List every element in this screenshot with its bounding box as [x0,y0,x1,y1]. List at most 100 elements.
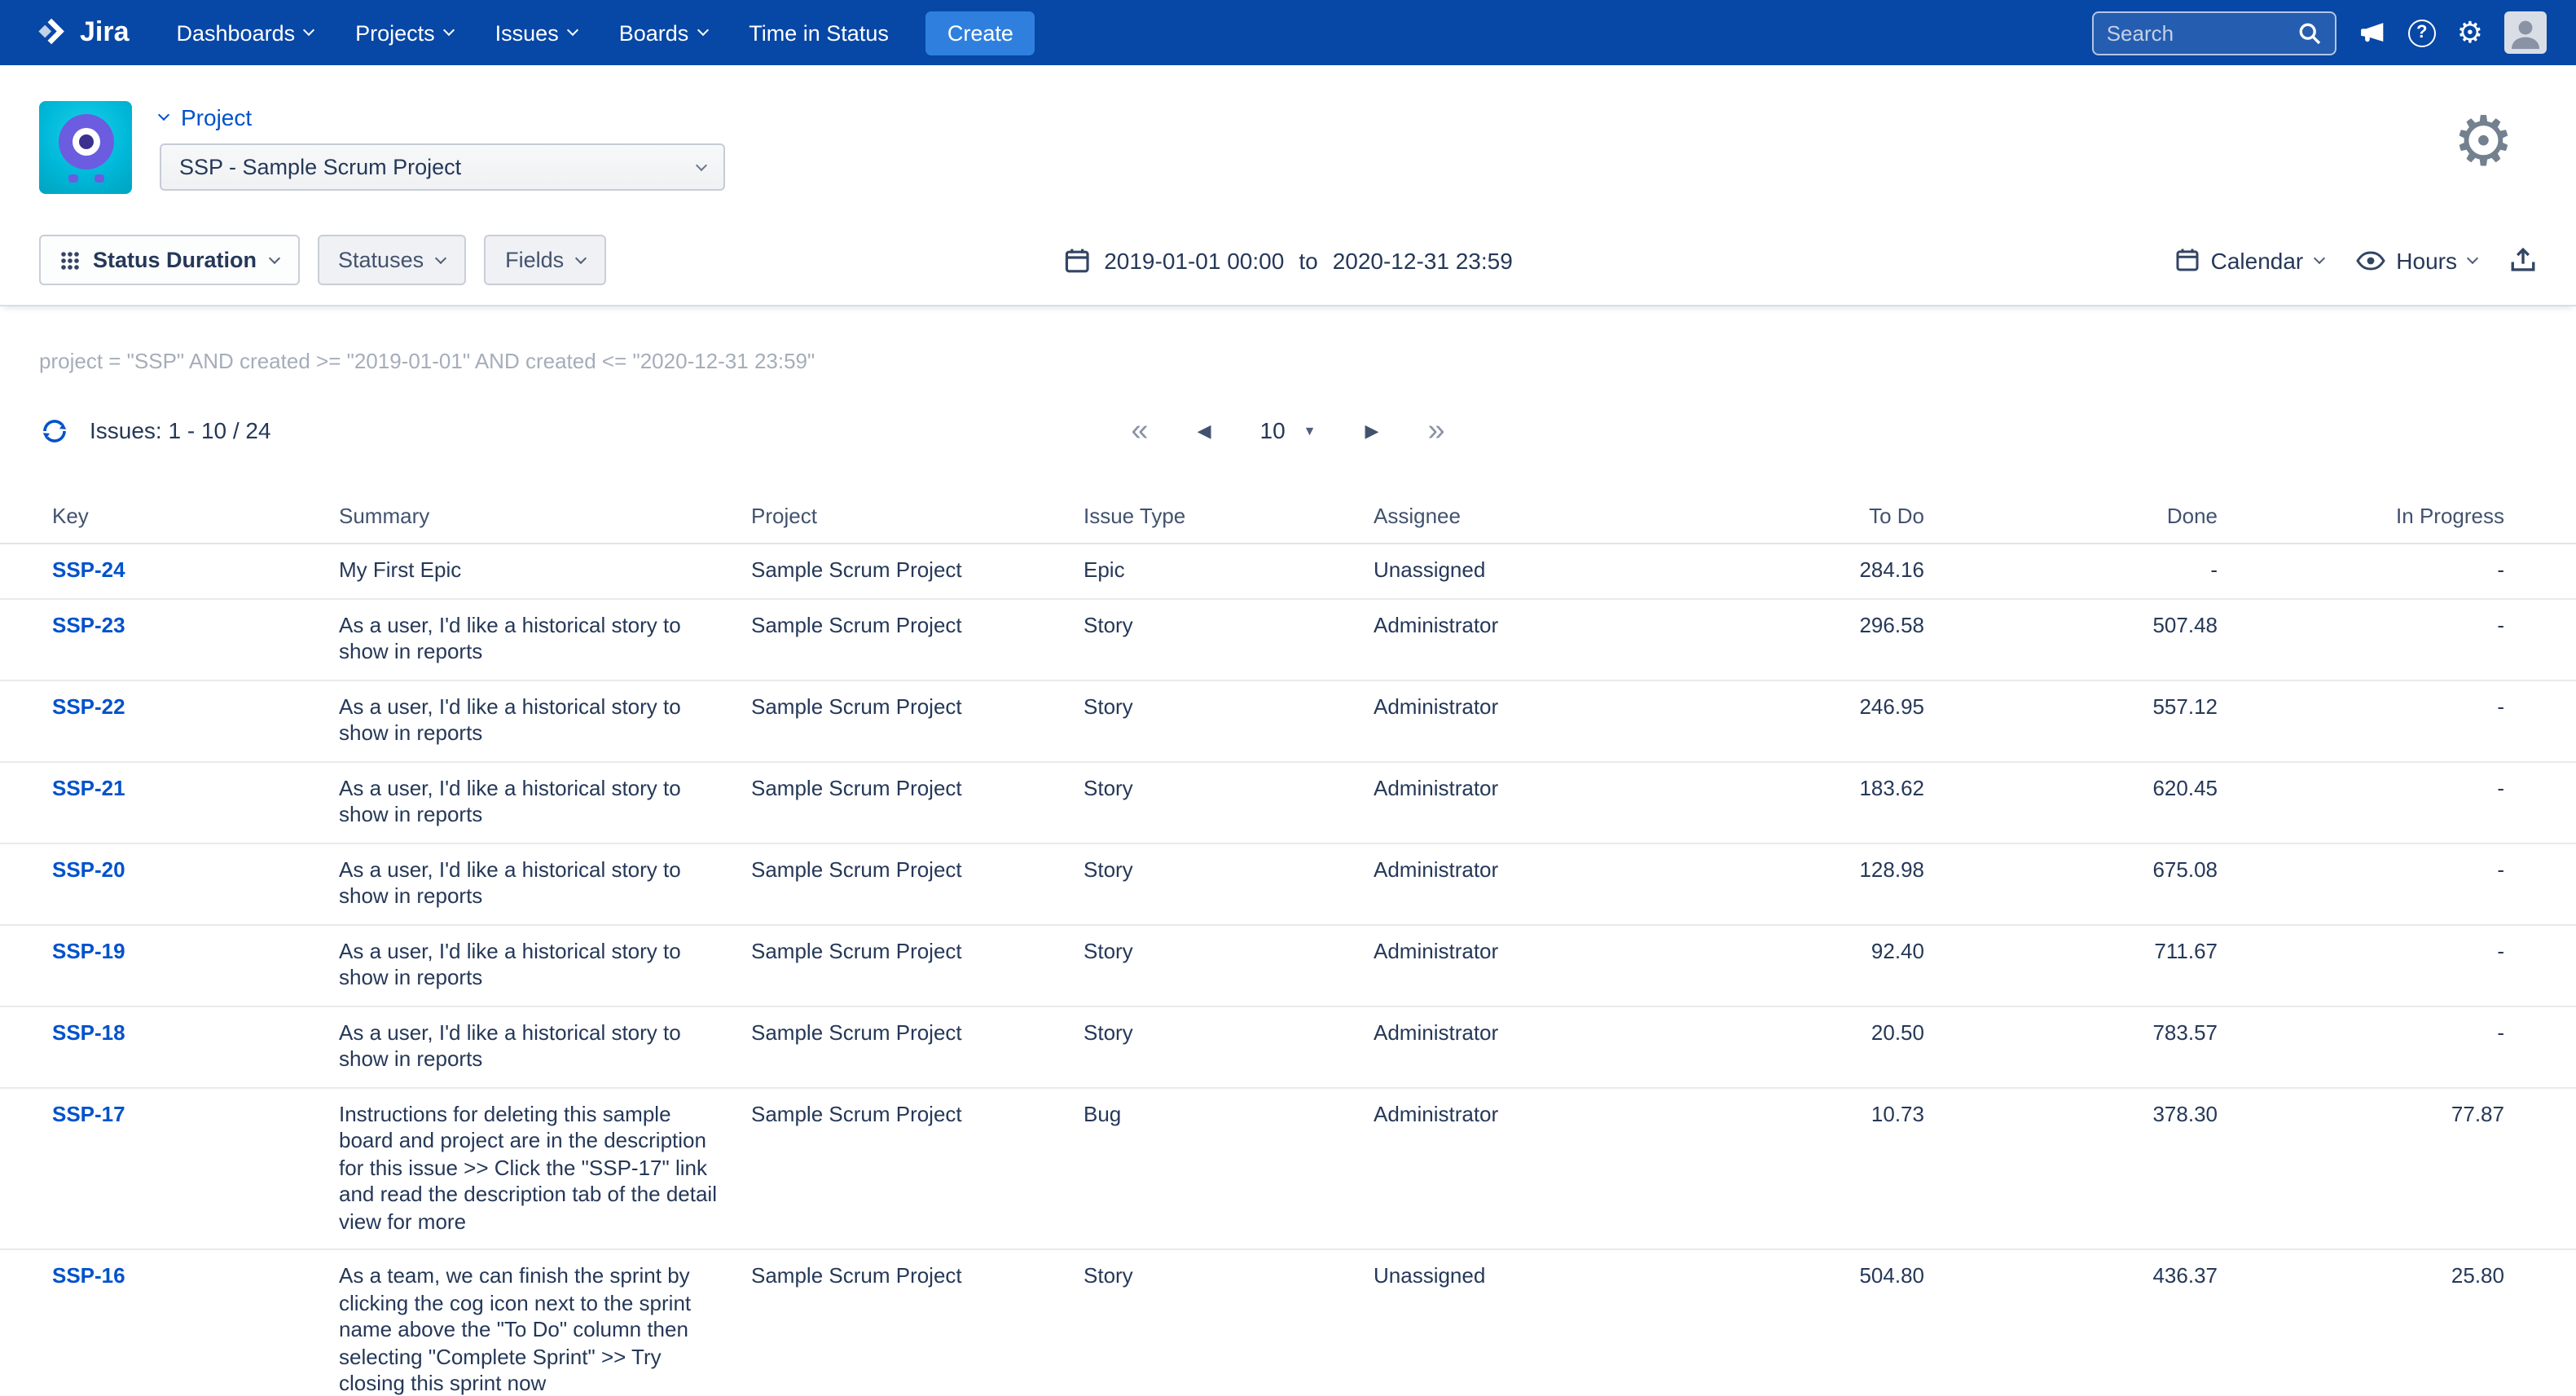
statuses-button[interactable]: Statuses [317,235,466,285]
create-button[interactable]: Create [926,11,1035,55]
help-icon[interactable]: ? [2408,19,2436,46]
project-header: Project SSP - Sample Scrum Project ⚙ [0,65,2576,220]
navbar-search[interactable] [2092,11,2336,55]
issue-project: Sample Scrum Project [751,544,1084,597]
nav-item-issues[interactable]: Issues [474,0,598,65]
issue-inprogress-duration: - [2218,762,2537,842]
table-row: SSP-19 As a user, I'd like a historical … [0,925,2576,1006]
user-avatar[interactable] [2504,11,2547,54]
navbar-right: ? ⚙ [2092,11,2547,55]
issue-key-link[interactable]: SSP-19 [39,925,339,1005]
nav-menu: Dashboards Projects Issues Boards Time i… [156,0,910,65]
issues-table: KeySummaryProjectIssue TypeAssigneeTo Do… [0,487,2576,1396]
issue-key-link[interactable]: SSP-16 [39,1250,339,1396]
chevron-down-icon [443,24,455,36]
prev-page-button[interactable]: ◀ [1198,420,1211,441]
nav-item-time-in-status[interactable]: Time in Status [728,0,910,65]
search-icon[interactable] [2297,20,2322,45]
column-header-assignee[interactable]: Assignee [1374,487,1732,543]
page-size-value: 10 [1260,417,1286,443]
issue-todo-duration: 92.40 [1732,925,1924,1005]
issue-todo-duration: 128.98 [1732,843,1924,923]
export-icon[interactable] [2509,246,2537,274]
issue-project: Sample Scrum Project [751,599,1084,679]
issue-todo-duration: 284.16 [1732,544,1924,597]
refresh-icon[interactable] [39,415,70,446]
jira-logo[interactable]: Jira [33,15,130,51]
nav-item-label: Boards [619,20,689,45]
first-page-button[interactable]: « [1131,415,1148,446]
page-size-select[interactable]: 10 ▼ [1260,417,1317,443]
table-row: SSP-22 As a user, I'd like a historical … [0,680,2576,762]
issue-key-link[interactable]: SSP-24 [39,544,339,597]
last-page-button[interactable]: » [1427,415,1444,446]
nav-item-dashboards[interactable]: Dashboards [156,0,335,65]
column-header-key[interactable]: Key [39,487,339,543]
project-section-toggle[interactable]: Project [160,104,725,130]
settings-gear-icon[interactable]: ⚙ [2453,108,2514,176]
report-toolbar: Status Duration Statuses Fields 2019-01-… [0,220,2576,306]
hours-dropdown[interactable]: Hours [2355,247,2477,273]
feedback-megaphone-icon[interactable] [2358,20,2387,46]
issue-done-duration: 557.12 [1924,680,2218,760]
issue-todo-duration: 296.58 [1732,599,1924,679]
issue-key-link[interactable]: SSP-21 [39,762,339,842]
issue-key-link[interactable]: SSP-20 [39,843,339,923]
issue-done-duration: 675.08 [1924,843,2218,923]
top-navbar: Jira Dashboards Projects Issues Boards T… [0,0,2576,65]
project-select-value: SSP - Sample Scrum Project [179,155,461,179]
calendar-dropdown[interactable]: Calendar [2175,247,2323,273]
issues-count: Issues: 1 - 10 / 24 [90,417,271,443]
issue-assignee: Unassigned [1374,1250,1732,1396]
issue-key-link[interactable]: SSP-23 [39,599,339,679]
column-header-done[interactable]: Done [1924,487,2218,543]
issue-key-link[interactable]: SSP-18 [39,1006,339,1086]
table-row: SSP-24 My First Epic Sample Scrum Projec… [0,544,2576,599]
next-page-button[interactable]: ▶ [1365,420,1379,441]
issue-summary: As a user, I'd like a historical story t… [339,680,751,760]
issue-type: Story [1084,762,1374,842]
issue-done-duration: 507.48 [1924,599,2218,679]
table-row: SSP-21 As a user, I'd like a historical … [0,762,2576,843]
search-input[interactable] [2107,20,2297,45]
project-select[interactable]: SSP - Sample Scrum Project [160,143,725,191]
calendar-icon [2175,248,2200,272]
project-avatar[interactable] [39,101,132,194]
issue-todo-duration: 183.62 [1732,762,1924,842]
issue-key-link[interactable]: SSP-17 [39,1088,339,1248]
nav-item-projects[interactable]: Projects [334,0,474,65]
column-header-summary[interactable]: Summary [339,487,751,543]
grid-icon [60,250,80,270]
issue-done-duration: 783.57 [1924,1006,2218,1086]
chevron-down-icon [303,24,314,36]
table-row: SSP-16 As a team, we can finish the spri… [0,1250,2576,1396]
column-header-project[interactable]: Project [751,487,1084,543]
calendar-dropdown-label: Calendar [2211,247,2304,273]
gear-icon[interactable]: ⚙ [2457,18,2483,47]
nav-item-boards[interactable]: Boards [598,0,728,65]
issue-done-duration: 378.30 [1924,1088,2218,1248]
column-header-in-progress[interactable]: In Progress [2218,487,2537,543]
issue-summary: Instructions for deleting this sample bo… [339,1088,751,1248]
report-type-button[interactable]: Status Duration [39,235,299,285]
chevron-down-icon [2467,252,2478,263]
column-header-to-do[interactable]: To Do [1732,487,1924,543]
issue-project: Sample Scrum Project [751,843,1084,923]
chevron-down-icon [696,159,707,170]
date-range-picker[interactable]: 2019-01-01 00:00 to 2020-12-31 23:59 [1063,247,1513,273]
issue-key-link[interactable]: SSP-22 [39,680,339,760]
chevron-down-icon [567,24,578,36]
column-header-issue-type[interactable]: Issue Type [1084,487,1374,543]
project-avatar-feet [68,174,103,183]
issue-inprogress-duration: 25.80 [2218,1250,2537,1396]
table-header-row: KeySummaryProjectIssue TypeAssigneeTo Do… [0,487,2576,544]
issue-type: Bug [1084,1088,1374,1248]
chevron-down-icon [575,252,587,263]
date-to: 2020-12-31 23:59 [1333,247,1513,273]
issue-project: Sample Scrum Project [751,1006,1084,1086]
date-from: 2019-01-01 00:00 [1104,247,1284,273]
project-picker: Project SSP - Sample Scrum Project [160,101,725,194]
issue-todo-duration: 504.80 [1732,1250,1924,1396]
fields-button[interactable]: Fields [484,235,606,285]
issue-type: Story [1084,925,1374,1005]
